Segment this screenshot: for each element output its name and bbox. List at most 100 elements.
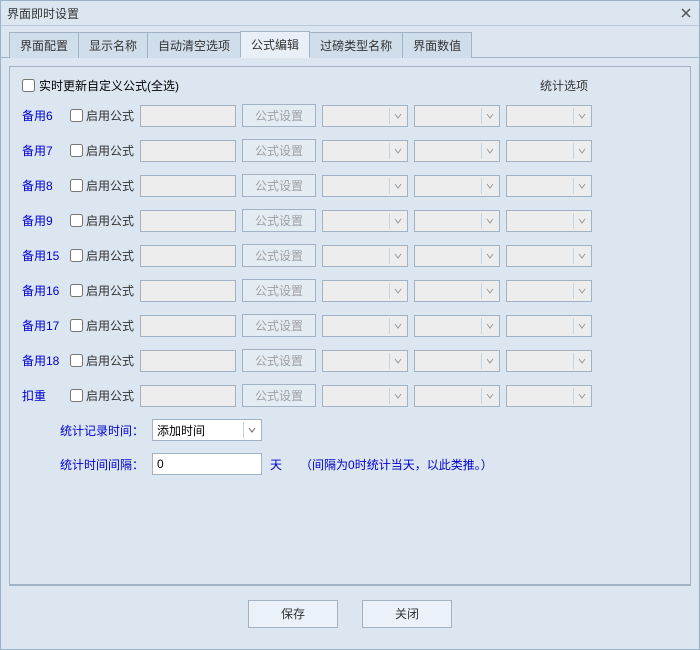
stat-select-1[interactable] — [322, 280, 408, 302]
row-label: 备用9 — [22, 212, 64, 229]
formula-input[interactable] — [140, 175, 236, 197]
stat-select-2[interactable] — [414, 245, 500, 267]
formula-row: 备用16 启用公式公式设置 — [22, 279, 678, 302]
window-title: 界面即时设置 — [7, 5, 79, 22]
stat-select-3[interactable] — [506, 140, 592, 162]
formula-input[interactable] — [140, 140, 236, 162]
enable-formula-checkbox[interactable]: 启用公式 — [70, 317, 134, 334]
stat-select-1[interactable] — [322, 105, 408, 127]
stat-select-1[interactable] — [322, 350, 408, 372]
top-row: 实时更新自定义公式(全选) 统计选项 — [22, 77, 678, 94]
row-label: 备用15 — [22, 247, 64, 264]
formula-input[interactable] — [140, 105, 236, 127]
formula-input[interactable] — [140, 280, 236, 302]
formula-settings-button[interactable]: 公式设置 — [242, 279, 316, 302]
tab-2[interactable]: 自动清空选项 — [147, 32, 241, 58]
record-time-row: 统计记录时间： 添加时间 — [22, 419, 678, 441]
formula-settings-button[interactable]: 公式设置 — [242, 244, 316, 267]
interval-row: 统计时间间隔： 天 （间隔为0时统计当天，以此类推。） — [22, 453, 678, 475]
tab-0[interactable]: 界面配置 — [9, 32, 79, 58]
formula-settings-button[interactable]: 公式设置 — [242, 139, 316, 162]
stat-select-3[interactable] — [506, 350, 592, 372]
enable-formula-checkbox[interactable]: 启用公式 — [70, 282, 134, 299]
stat-select-2[interactable] — [414, 385, 500, 407]
formula-row: 备用7 启用公式 公式设置 — [22, 139, 678, 162]
chevron-down-icon — [481, 178, 497, 194]
stat-select-3[interactable] — [506, 245, 592, 267]
row-label: 备用17 — [22, 317, 64, 334]
chevron-down-icon — [573, 353, 589, 369]
formula-rows: 备用6 启用公式公式设置备用7 启用公式公式设置备用8 启用公式公式设置备用9 … — [22, 104, 678, 407]
enable-formula-checkbox[interactable]: 启用公式 — [70, 212, 134, 229]
chevron-down-icon — [389, 318, 405, 334]
record-time-value: 添加时间 — [153, 422, 205, 439]
stat-select-1[interactable] — [322, 315, 408, 337]
enable-formula-checkbox[interactable]: 启用公式 — [70, 177, 134, 194]
stat-select-1[interactable] — [322, 210, 408, 232]
stat-select-3[interactable] — [506, 175, 592, 197]
stat-select-1[interactable] — [322, 245, 408, 267]
formula-input[interactable] — [140, 315, 236, 337]
stat-select-2[interactable] — [414, 315, 500, 337]
close-button[interactable]: 关闭 — [362, 600, 452, 628]
enable-formula-checkbox[interactable]: 启用公式 — [70, 247, 134, 264]
stat-select-2[interactable] — [414, 210, 500, 232]
record-time-select[interactable]: 添加时间 — [152, 419, 262, 441]
formula-settings-button[interactable]: 公式设置 — [242, 174, 316, 197]
chevron-down-icon — [481, 213, 497, 229]
formula-settings-button[interactable]: 公式设置 — [242, 209, 316, 232]
enable-formula-checkbox[interactable]: 启用公式 — [70, 107, 134, 124]
formula-row: 备用15 启用公式 公式设置 — [22, 244, 678, 267]
formula-row: 备用6 启用公式公式设置 — [22, 104, 678, 127]
stat-select-2[interactable] — [414, 140, 500, 162]
tab-5[interactable]: 界面数值 — [402, 32, 472, 58]
tab-1[interactable]: 显示名称 — [78, 32, 148, 58]
stat-select-2[interactable] — [414, 105, 500, 127]
formula-settings-button[interactable]: 公式设置 — [242, 104, 316, 127]
formula-settings-button[interactable]: 公式设置 — [242, 384, 316, 407]
chevron-down-icon — [481, 318, 497, 334]
stat-select-1[interactable] — [322, 385, 408, 407]
save-button[interactable]: 保存 — [248, 600, 338, 628]
stat-select-3[interactable] — [506, 315, 592, 337]
tab-3[interactable]: 公式编辑 — [240, 31, 310, 58]
formula-settings-button[interactable]: 公式设置 — [242, 349, 316, 372]
interval-unit: 天 — [270, 456, 282, 473]
enable-formula-checkbox[interactable]: 启用公式 — [70, 142, 134, 159]
formula-input[interactable] — [140, 385, 236, 407]
stat-select-3[interactable] — [506, 210, 592, 232]
formula-edit-panel: 实时更新自定义公式(全选) 统计选项 备用6 启用公式公式设置备用7 启用公式公… — [9, 66, 691, 585]
row-label: 备用18 — [22, 352, 64, 369]
formula-input[interactable] — [140, 210, 236, 232]
enable-formula-checkbox[interactable]: 启用公式 — [70, 352, 134, 369]
chevron-down-icon — [389, 143, 405, 159]
enable-formula-checkbox[interactable]: 启用公式 — [70, 387, 134, 404]
chevron-down-icon — [389, 178, 405, 194]
realtime-update-input[interactable] — [22, 79, 35, 92]
close-icon[interactable] — [677, 5, 695, 21]
realtime-update-checkbox[interactable]: 实时更新自定义公式(全选) — [22, 77, 179, 94]
row-label: 备用7 — [22, 142, 64, 159]
stat-select-3[interactable] — [506, 385, 592, 407]
interval-input[interactable] — [152, 453, 262, 475]
chevron-down-icon — [389, 248, 405, 264]
stat-select-2[interactable] — [414, 175, 500, 197]
formula-input[interactable] — [140, 350, 236, 372]
stat-select-3[interactable] — [506, 105, 592, 127]
row-label: 扣重 — [22, 387, 64, 404]
stat-select-1[interactable] — [322, 140, 408, 162]
chevron-down-icon — [481, 143, 497, 159]
formula-settings-button[interactable]: 公式设置 — [242, 314, 316, 337]
chevron-down-icon — [389, 213, 405, 229]
stat-select-2[interactable] — [414, 350, 500, 372]
stat-options-header: 统计选项 — [540, 77, 588, 94]
tab-4[interactable]: 过磅类型名称 — [309, 32, 403, 58]
formula-input[interactable] — [140, 245, 236, 267]
stat-select-2[interactable] — [414, 280, 500, 302]
chevron-down-icon — [389, 353, 405, 369]
content: 实时更新自定义公式(全选) 统计选项 备用6 启用公式公式设置备用7 启用公式公… — [1, 58, 699, 649]
chevron-down-icon — [389, 283, 405, 299]
stat-select-1[interactable] — [322, 175, 408, 197]
stat-select-3[interactable] — [506, 280, 592, 302]
realtime-update-label: 实时更新自定义公式(全选) — [39, 77, 179, 94]
